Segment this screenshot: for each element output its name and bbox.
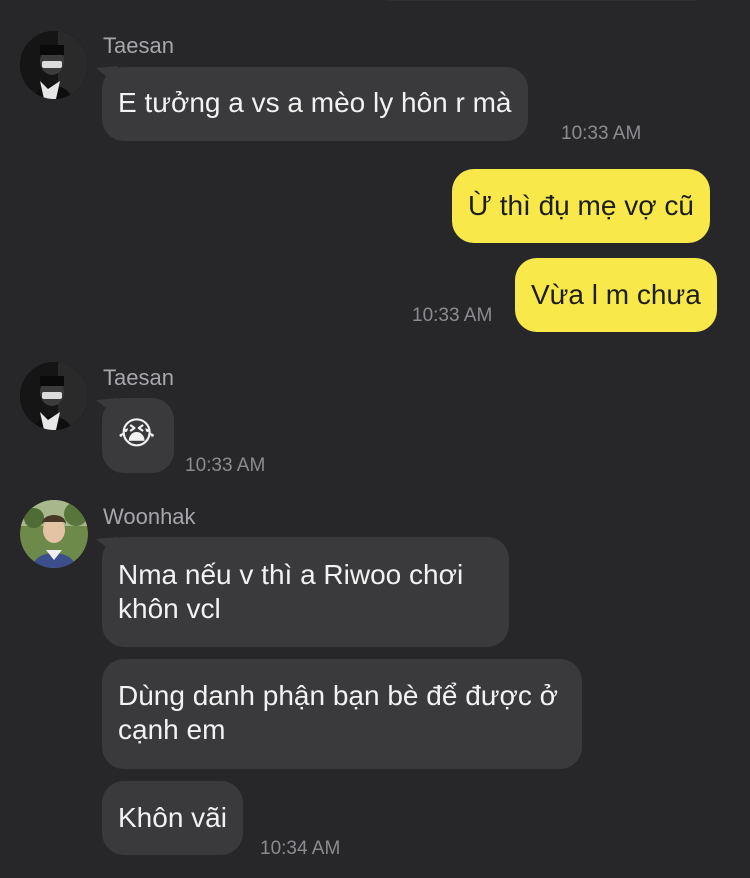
outgoing-message-bubble[interactable]: Vừa l m chưa xyxy=(515,258,717,332)
avatar-taesan-icon xyxy=(20,31,88,99)
previous-message-bubble[interactable] xyxy=(370,0,713,1)
message-bubble[interactable]: Dùng danh phận bạn bè để được ở cạnh em xyxy=(102,659,582,769)
sender-name: Taesan xyxy=(103,33,174,58)
outgoing-message-bubble[interactable]: Ừ thì đụ mẹ vợ cũ xyxy=(452,169,710,243)
message-timestamp: 10:33 AM xyxy=(561,123,642,144)
message-bubble[interactable]: E tưởng a vs a mèo ly hôn r mà xyxy=(102,67,528,141)
taesan-avatar[interactable] xyxy=(20,362,88,430)
avatar-woonhak-icon xyxy=(20,500,88,568)
emoji-message-bubble[interactable]: 😭 xyxy=(102,398,174,473)
taesan-avatar[interactable] xyxy=(20,31,88,99)
sender-name: Taesan xyxy=(103,365,174,390)
message-timestamp: 10:34 AM xyxy=(260,838,341,859)
message-bubble[interactable]: Khôn vãi xyxy=(102,781,243,855)
chat-view: Taesan E tưởng a vs a mèo ly hôn r mà 10… xyxy=(0,0,750,878)
avatar-taesan-icon xyxy=(20,362,88,430)
woonhak-avatar[interactable] xyxy=(20,500,88,568)
message-timestamp: 10:33 AM xyxy=(412,305,493,326)
sender-name: Woonhak xyxy=(103,504,196,529)
message-bubble[interactable]: Nma nếu v thì a Riwoo chơi khôn vcl xyxy=(102,537,509,647)
message-timestamp: 10:33 AM xyxy=(185,455,266,476)
